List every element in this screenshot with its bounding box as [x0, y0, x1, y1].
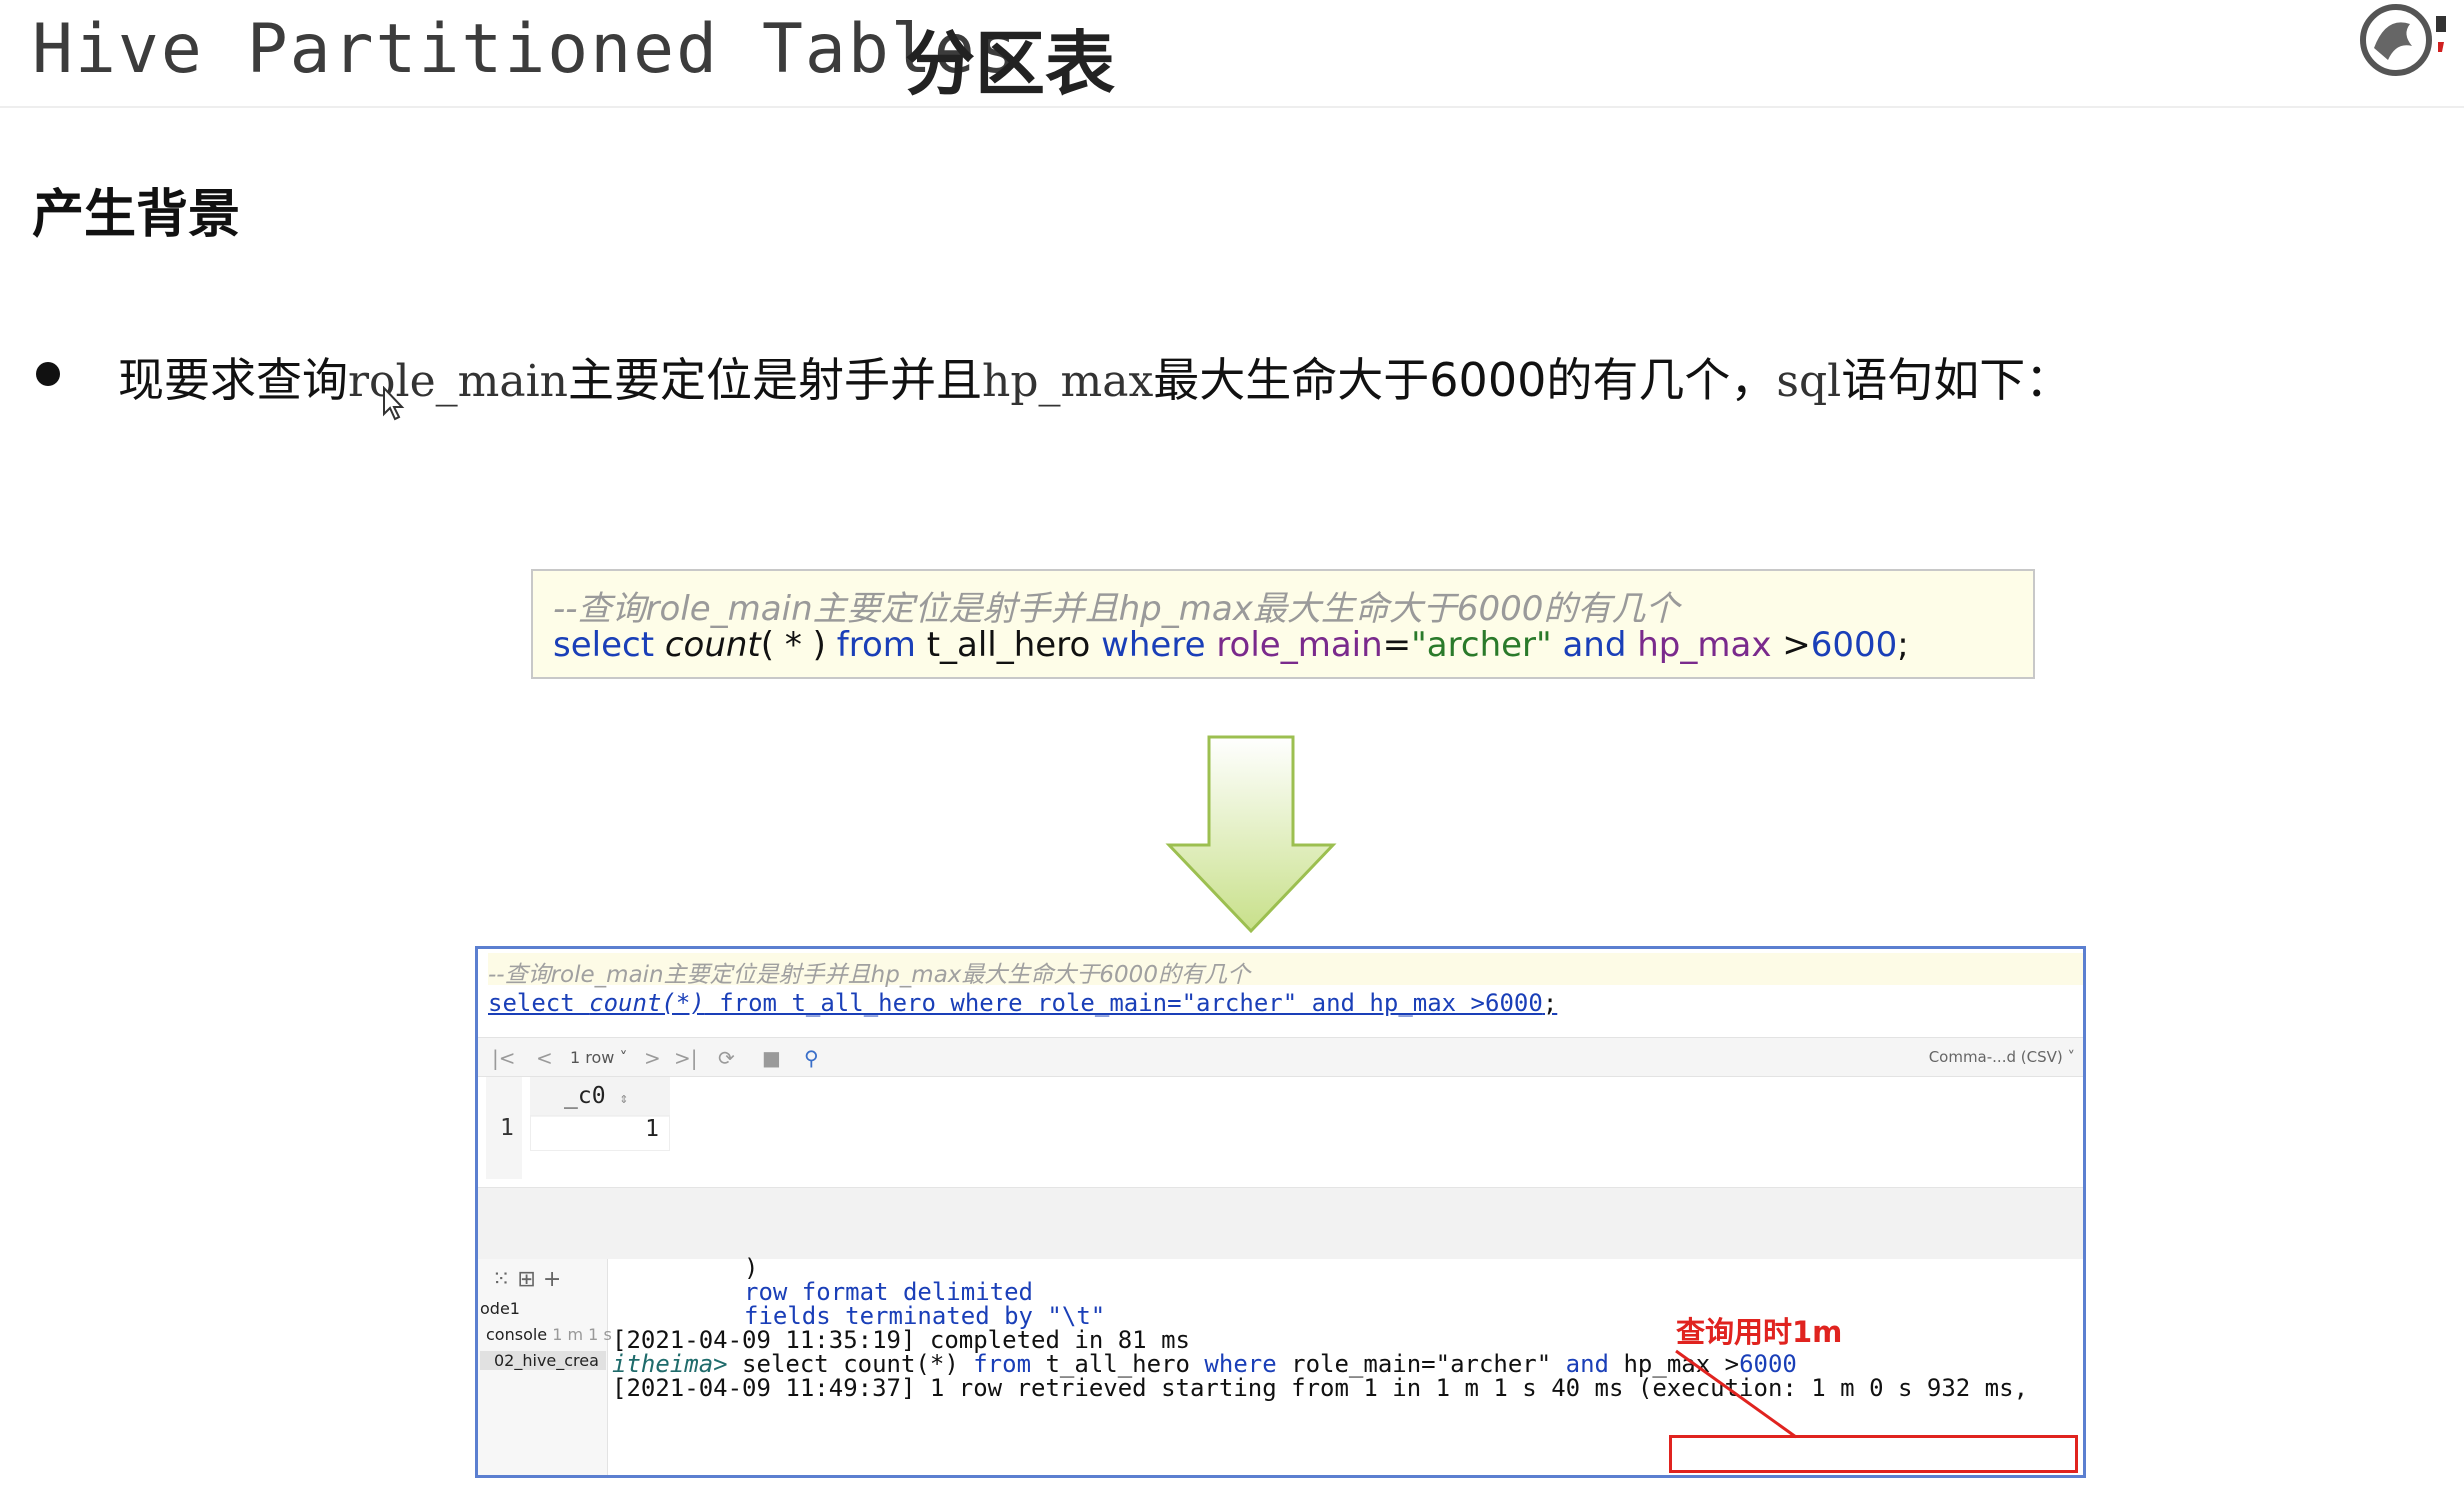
services-panel: ⁙ ⊞ + ode1 console 1 m 1 s 02_hive_crea [478, 1259, 612, 1475]
services-item-file[interactable]: 02_hive_crea [480, 1351, 606, 1370]
sort-icon[interactable]: ⇕ [619, 1089, 628, 1107]
sql-keyword: from [836, 625, 916, 665]
prev-page-icon[interactable]: < [536, 1046, 553, 1070]
sql-editor[interactable]: --查询role_main主要定位是射手并且hp_max最大生命大于6000的有… [478, 949, 2083, 1033]
sql-table: t_all_hero [926, 625, 1091, 665]
export-format-dropdown[interactable]: Comma-...d (CSV) ˅ [1929, 1048, 2075, 1066]
sql-keyword: and [1562, 625, 1627, 665]
bullet-text-part: 现要求查询 [118, 353, 348, 407]
sql-number: 6000 [1810, 625, 1898, 665]
ide-screenshot: --查询role_main主要定位是射手并且hp_max最大生命大于6000的有… [475, 946, 2086, 1478]
bullet-code-sql: sql [1776, 356, 1842, 407]
sql-statement: select count( * ) from t_all_hero where … [553, 625, 1909, 665]
result-row-number: 1 [500, 1115, 514, 1141]
slide-title-chinese: 分区表 [905, 23, 1115, 105]
down-arrow-icon [1165, 735, 1337, 934]
editor-sql-part: select [488, 989, 590, 1017]
stop-icon[interactable]: ■ [762, 1046, 781, 1070]
bullet-text-part: 语句如下： [1841, 353, 2072, 407]
annotation-highlight-box [1669, 1435, 2078, 1473]
sql-operator: > [1771, 625, 1811, 665]
sql-keyword: select [553, 625, 655, 665]
annotation-label: 查询用时1m [1676, 1315, 1843, 1349]
row-count-dropdown[interactable]: 1 row ˅ [570, 1048, 627, 1067]
services-item-console[interactable]: console 1 m 1 s [486, 1325, 612, 1344]
brand-logo-icon [2360, 4, 2446, 76]
sql-keyword: where [1101, 625, 1206, 665]
bullet-text-part: 主要定位是射手并且 [568, 353, 982, 407]
last-page-icon[interactable]: >| [674, 1046, 698, 1070]
sql-column: role_main [1216, 625, 1383, 665]
services-item-duration: 1 m 1 s [552, 1325, 612, 1344]
first-page-icon[interactable]: |< [492, 1046, 516, 1070]
slide-title-english: Hive Partitioned Tables [32, 10, 1020, 89]
bullet-code-role-main: role_main [348, 356, 568, 407]
sql-semicolon: ; [1897, 625, 1909, 665]
editor-sql-line: select count(*) from t_all_hero where ro… [488, 989, 1557, 1017]
slide-title-bar: Hive Partitioned Tables 分区表 [0, 0, 2464, 108]
result-cell[interactable]: 1 [530, 1115, 670, 1151]
sql-code-box: --查询role_main主要定位是射手并且hp_max最大生命大于6000的有… [531, 569, 2035, 679]
editor-sql-semicolon: ; [1542, 989, 1558, 1017]
services-toolbar-icons[interactable]: ⁙ ⊞ + [492, 1267, 561, 1292]
result-column-header[interactable]: _c0 ⇕ [530, 1077, 670, 1117]
sql-comment: --查询role_main主要定位是射手并且hp_max最大生命大于6000的有… [553, 589, 1680, 629]
result-toolbar: |< < 1 row ˅ > >| ⟳ ■ ⚲ Comma-...d (CSV)… [478, 1037, 2083, 1077]
refresh-icon[interactable]: ⟳ [718, 1046, 735, 1070]
bullet-text: 现要求查询role_main主要定位是射手并且hp_max最大生命大于6000的… [118, 344, 2071, 410]
services-item-label: console [486, 1325, 548, 1344]
column-name: _c0 [564, 1083, 606, 1109]
editor-sql-part: from t_all_hero where role_main="archer"… [704, 989, 1543, 1017]
next-page-icon[interactable]: > [644, 1046, 661, 1070]
bullet-dot [36, 362, 60, 386]
sql-column: hp_max [1637, 625, 1772, 665]
bullet-text-part: 最大生命大于6000的有几个， [1153, 353, 1777, 407]
sql-function: count [664, 625, 761, 665]
services-item-node[interactable]: ode1 [480, 1299, 520, 1318]
sql-args: ( * ) [760, 625, 826, 665]
editor-sql-function: count(*) [589, 989, 705, 1017]
panel-divider [478, 1187, 2083, 1259]
pin-icon[interactable]: ⚲ [804, 1046, 819, 1070]
sql-operator: = [1382, 625, 1412, 665]
mouse-cursor-icon [383, 386, 405, 421]
section-heading: 产生背景 [32, 185, 241, 245]
editor-comment-line: --查询role_main主要定位是射手并且hp_max最大生命大于6000的有… [488, 953, 2083, 988]
console-line: [2021-04-09 11:49:37] 1 row retrieved st… [612, 1374, 2029, 1402]
bullet-code-hp-max: hp_max [982, 356, 1154, 407]
sql-string: "archer" [1411, 625, 1552, 665]
